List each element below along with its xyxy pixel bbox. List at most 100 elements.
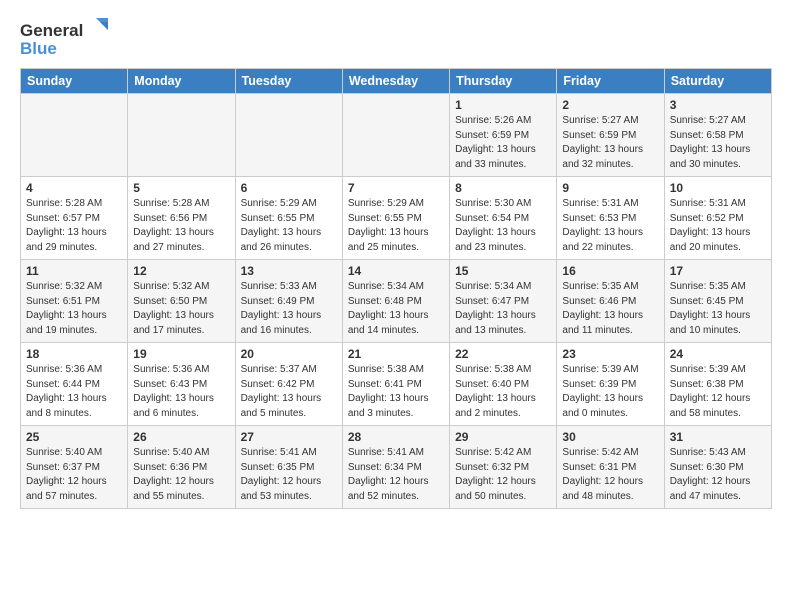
day-info: Sunrise: 5:40 AM Sunset: 6:36 PM Dayligh… [133, 446, 229, 504]
day-cell: 25 Sunrise: 5:40 AM Sunset: 6:37 PM Dayli… [21, 426, 128, 509]
calendar-table: SundayMondayTuesdayWednesdayThursdayFrid… [20, 68, 772, 509]
day-info: Sunrise: 5:43 AM Sunset: 6:30 PM Dayligh… [670, 446, 766, 504]
day-info: Sunrise: 5:36 AM Sunset: 6:43 PM Dayligh… [133, 363, 229, 421]
week-row-1: 1 Sunrise: 5:26 AM Sunset: 6:59 PM Daylig… [21, 94, 772, 177]
day-info: Sunrise: 5:27 AM Sunset: 6:59 PM Dayligh… [562, 114, 658, 172]
day-number: 29 [455, 430, 551, 444]
day-cell: 16Sunrise: 5:35 AM Sunset: 6:46 PM Dayli… [557, 260, 664, 343]
header-thursday: Thursday [450, 69, 557, 94]
day-info: Sunrise: 5:28 AM Sunset: 6:57 PM Dayligh… [26, 197, 122, 255]
header-monday: Monday [128, 69, 235, 94]
svg-text:General: General [20, 21, 83, 40]
day-number: 22 [455, 347, 551, 361]
day-number: 15 [455, 264, 551, 278]
day-number: 11 [26, 264, 122, 278]
day-number: 12 [133, 264, 229, 278]
day-cell: 5 Sunrise: 5:28 AM Sunset: 6:56 PM Daylig… [128, 177, 235, 260]
day-number: 24 [670, 347, 766, 361]
day-cell: 7Sunrise: 5:29 AM Sunset: 6:55 PM Daylig… [342, 177, 449, 260]
day-info: Sunrise: 5:31 AM Sunset: 6:53 PM Dayligh… [562, 197, 658, 255]
day-info: Sunrise: 5:41 AM Sunset: 6:35 PM Dayligh… [241, 446, 337, 504]
day-info: Sunrise: 5:27 AM Sunset: 6:58 PM Dayligh… [670, 114, 766, 172]
day-number: 7 [348, 181, 444, 195]
week-row-3: 11 Sunrise: 5:32 AM Sunset: 6:51 PM Dayli… [21, 260, 772, 343]
day-cell: 18Sunrise: 5:36 AM Sunset: 6:44 PM Dayli… [21, 343, 128, 426]
day-cell: 2 Sunrise: 5:27 AM Sunset: 6:59 PM Daylig… [557, 94, 664, 177]
day-info: Sunrise: 5:42 AM Sunset: 6:32 PM Dayligh… [455, 446, 551, 504]
day-number: 16 [562, 264, 658, 278]
day-cell: 4Sunrise: 5:28 AM Sunset: 6:57 PM Daylig… [21, 177, 128, 260]
day-number: 19 [133, 347, 229, 361]
day-cell: 23 Sunrise: 5:39 AM Sunset: 6:39 PM Dayli… [557, 343, 664, 426]
day-info: Sunrise: 5:31 AM Sunset: 6:52 PM Dayligh… [670, 197, 766, 255]
day-info: Sunrise: 5:26 AM Sunset: 6:59 PM Dayligh… [455, 114, 551, 172]
day-cell: 24 Sunrise: 5:39 AM Sunset: 6:38 PM Dayli… [664, 343, 771, 426]
day-cell: 15 Sunrise: 5:34 AM Sunset: 6:47 PM Dayli… [450, 260, 557, 343]
day-cell: 17 Sunrise: 5:35 AM Sunset: 6:45 PM Dayli… [664, 260, 771, 343]
day-cell: 14Sunrise: 5:34 AM Sunset: 6:48 PM Dayli… [342, 260, 449, 343]
logo: General Blue [20, 16, 110, 60]
day-info: Sunrise: 5:38 AM Sunset: 6:41 PM Dayligh… [348, 363, 444, 421]
day-info: Sunrise: 5:33 AM Sunset: 6:49 PM Dayligh… [241, 280, 337, 338]
header-friday: Friday [557, 69, 664, 94]
day-info: Sunrise: 5:35 AM Sunset: 6:45 PM Dayligh… [670, 280, 766, 338]
day-cell: 20Sunrise: 5:37 AM Sunset: 6:42 PM Dayli… [235, 343, 342, 426]
day-cell: 29 Sunrise: 5:42 AM Sunset: 6:32 PM Dayli… [450, 426, 557, 509]
day-cell: 9 Sunrise: 5:31 AM Sunset: 6:53 PM Daylig… [557, 177, 664, 260]
day-info: Sunrise: 5:39 AM Sunset: 6:39 PM Dayligh… [562, 363, 658, 421]
day-info: Sunrise: 5:40 AM Sunset: 6:37 PM Dayligh… [26, 446, 122, 504]
day-number: 31 [670, 430, 766, 444]
day-cell: 28 Sunrise: 5:41 AM Sunset: 6:34 PM Dayli… [342, 426, 449, 509]
day-info: Sunrise: 5:38 AM Sunset: 6:40 PM Dayligh… [455, 363, 551, 421]
day-info: Sunrise: 5:34 AM Sunset: 6:47 PM Dayligh… [455, 280, 551, 338]
logo-svg: General Blue [20, 16, 110, 60]
day-cell: 10 Sunrise: 5:31 AM Sunset: 6:52 PM Dayli… [664, 177, 771, 260]
week-row-4: 18Sunrise: 5:36 AM Sunset: 6:44 PM Dayli… [21, 343, 772, 426]
day-cell: 11 Sunrise: 5:32 AM Sunset: 6:51 PM Dayli… [21, 260, 128, 343]
day-number: 20 [241, 347, 337, 361]
day-cell: 27Sunrise: 5:41 AM Sunset: 6:35 PM Dayli… [235, 426, 342, 509]
day-number: 13 [241, 264, 337, 278]
day-number: 10 [670, 181, 766, 195]
day-number: 17 [670, 264, 766, 278]
day-number: 23 [562, 347, 658, 361]
header-tuesday: Tuesday [235, 69, 342, 94]
day-number: 2 [562, 98, 658, 112]
day-info: Sunrise: 5:41 AM Sunset: 6:34 PM Dayligh… [348, 446, 444, 504]
header-wednesday: Wednesday [342, 69, 449, 94]
day-info: Sunrise: 5:32 AM Sunset: 6:50 PM Dayligh… [133, 280, 229, 338]
day-info: Sunrise: 5:30 AM Sunset: 6:54 PM Dayligh… [455, 197, 551, 255]
day-number: 1 [455, 98, 551, 112]
day-info: Sunrise: 5:29 AM Sunset: 6:55 PM Dayligh… [241, 197, 337, 255]
week-row-5: 25 Sunrise: 5:40 AM Sunset: 6:37 PM Dayli… [21, 426, 772, 509]
page-header: General Blue [20, 16, 772, 60]
header-saturday: Saturday [664, 69, 771, 94]
day-cell: 26 Sunrise: 5:40 AM Sunset: 6:36 PM Dayli… [128, 426, 235, 509]
day-number: 28 [348, 430, 444, 444]
day-number: 30 [562, 430, 658, 444]
day-info: Sunrise: 5:32 AM Sunset: 6:51 PM Dayligh… [26, 280, 122, 338]
day-cell: 13 Sunrise: 5:33 AM Sunset: 6:49 PM Dayli… [235, 260, 342, 343]
day-number: 5 [133, 181, 229, 195]
day-cell: 31 Sunrise: 5:43 AM Sunset: 6:30 PM Dayli… [664, 426, 771, 509]
day-number: 18 [26, 347, 122, 361]
day-cell [342, 94, 449, 177]
day-cell [128, 94, 235, 177]
day-number: 3 [670, 98, 766, 112]
day-cell: 21Sunrise: 5:38 AM Sunset: 6:41 PM Dayli… [342, 343, 449, 426]
day-info: Sunrise: 5:39 AM Sunset: 6:38 PM Dayligh… [670, 363, 766, 421]
day-number: 8 [455, 181, 551, 195]
day-cell: 6 Sunrise: 5:29 AM Sunset: 6:55 PM Daylig… [235, 177, 342, 260]
week-row-2: 4Sunrise: 5:28 AM Sunset: 6:57 PM Daylig… [21, 177, 772, 260]
day-cell: 19 Sunrise: 5:36 AM Sunset: 6:43 PM Dayli… [128, 343, 235, 426]
day-cell [21, 94, 128, 177]
day-number: 6 [241, 181, 337, 195]
day-cell: 12 Sunrise: 5:32 AM Sunset: 6:50 PM Dayli… [128, 260, 235, 343]
day-number: 26 [133, 430, 229, 444]
day-cell: 3 Sunrise: 5:27 AM Sunset: 6:58 PM Daylig… [664, 94, 771, 177]
day-number: 9 [562, 181, 658, 195]
day-number: 25 [26, 430, 122, 444]
day-info: Sunrise: 5:28 AM Sunset: 6:56 PM Dayligh… [133, 197, 229, 255]
day-cell [235, 94, 342, 177]
svg-text:Blue: Blue [20, 39, 57, 58]
